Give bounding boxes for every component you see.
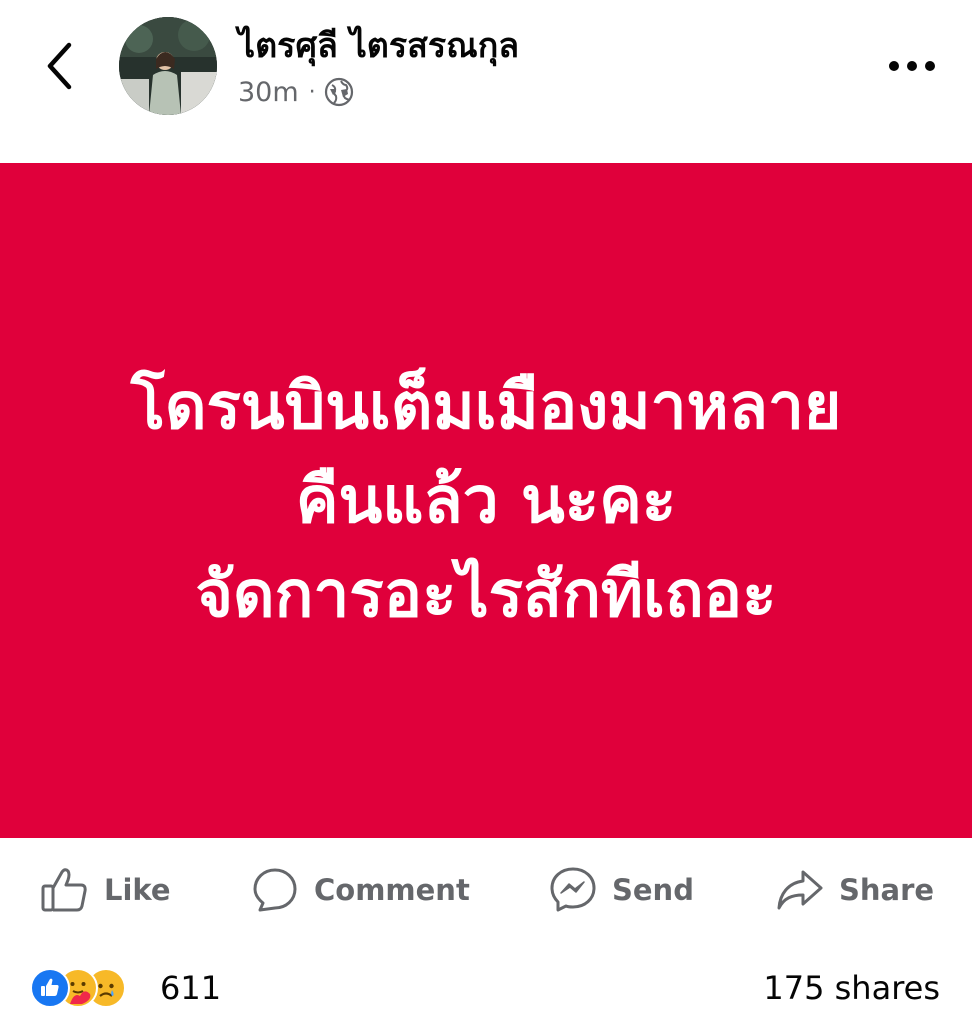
meta-separator: · [308, 79, 316, 105]
globe-icon [324, 77, 353, 107]
post-text-line-3: จัดการอะไรสักทีเถอะ [195, 557, 777, 632]
like-label: Like [104, 873, 171, 907]
comment-button[interactable]: Comment [250, 864, 470, 916]
comment-bubble-icon [253, 868, 297, 912]
like-reaction-icon [30, 968, 70, 1008]
post-meta: 30m · [238, 74, 354, 110]
post-actions-bar: Like Comment Send Share [0, 838, 972, 942]
send-button[interactable]: Send [548, 864, 694, 916]
avatar[interactable] [119, 17, 217, 115]
chevron-left-icon [47, 42, 72, 90]
more-horizontal-icon [889, 61, 935, 71]
shares-count[interactable]: 175 shares [763, 966, 940, 1010]
share-arrow-icon [777, 870, 823, 910]
post-text-line-2: คืนแล้ว นะคะ [295, 463, 677, 538]
post-header: ไตรศุลี ไตรสรณกุล 30m · [0, 0, 972, 163]
post-text-line-1: โดรนบินเต็มเมืองมาหลาย [130, 369, 842, 444]
thumbs-up-icon [41, 868, 87, 912]
reaction-count[interactable]: 611 [160, 966, 221, 1010]
more-options-button[interactable] [880, 44, 944, 88]
author-name[interactable]: ไตรศุลี ไตรสรณกุล [238, 22, 519, 70]
share-button[interactable]: Share [775, 864, 934, 916]
comment-label: Comment [314, 873, 470, 907]
post-text-card: โดรนบินเต็มเมืองมาหลาย คืนแล้ว นะคะ จัดก… [0, 163, 972, 838]
avatar-image [119, 17, 217, 115]
reaction-icons[interactable] [30, 968, 126, 1008]
reactions-summary: 611 175 shares [0, 950, 972, 1024]
share-label: Share [839, 873, 935, 907]
back-button[interactable] [30, 36, 90, 96]
timestamp[interactable]: 30m [238, 77, 299, 108]
messenger-icon [550, 867, 596, 912]
send-label: Send [612, 873, 694, 907]
like-button[interactable]: Like [40, 864, 171, 916]
post-view: ไตรศุลี ไตรสรณกุล 30m · โดรนบินเต็มเมือง… [0, 0, 972, 1024]
